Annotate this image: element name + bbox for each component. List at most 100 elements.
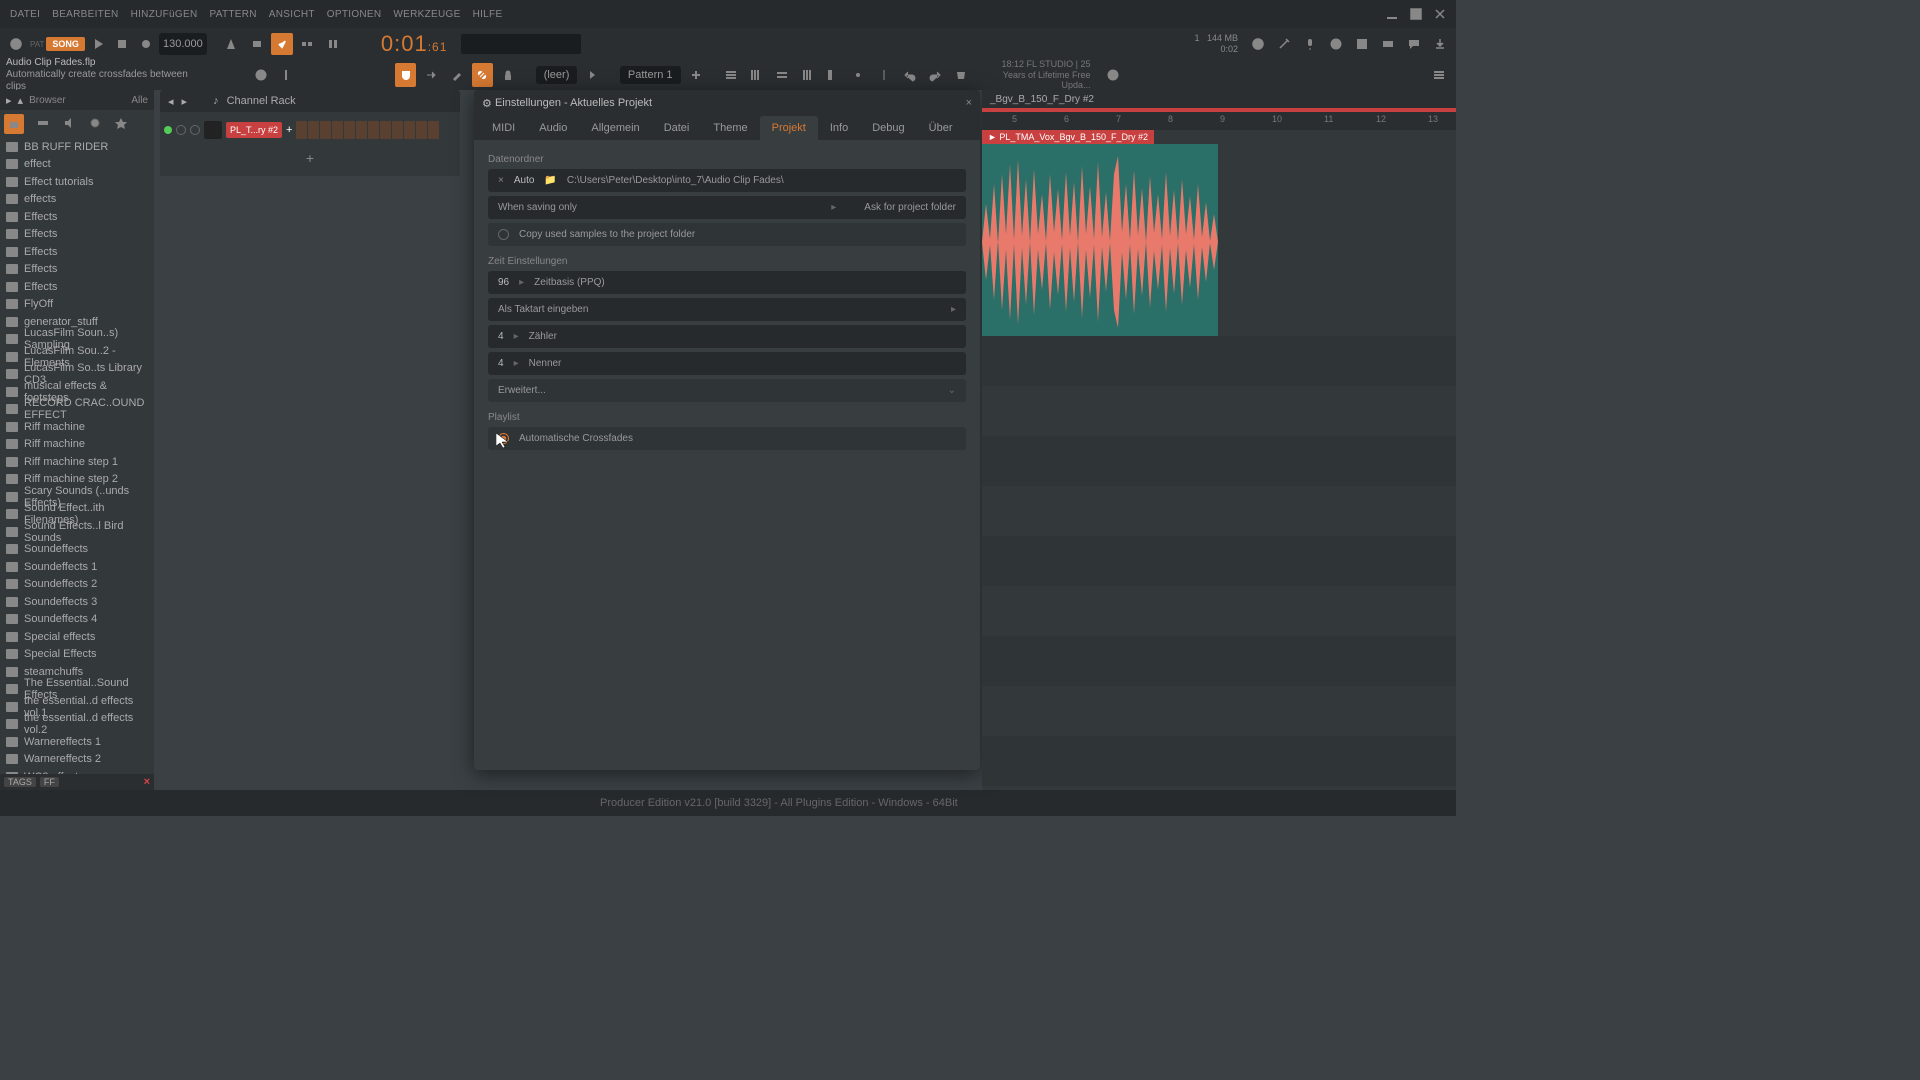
browser-item[interactable]: Effects: [0, 208, 154, 226]
step-button[interactable]: [308, 121, 319, 139]
radio-icon[interactable]: [498, 229, 509, 240]
step-button[interactable]: [344, 121, 355, 139]
browser-item[interactable]: the essential..d effects vol.2: [0, 716, 154, 734]
browser-item[interactable]: Soundeffects 1: [0, 558, 154, 576]
step-button[interactable]: [332, 121, 343, 139]
add-channel-button[interactable]: +: [164, 144, 456, 172]
step-button[interactable]: [320, 121, 331, 139]
auto-crossfades-row[interactable]: Automatische Crossfades: [488, 427, 966, 450]
step-button[interactable]: [356, 121, 367, 139]
channel-name[interactable]: PL_T...ry #2: [226, 122, 282, 138]
arrow-right-icon[interactable]: [420, 63, 442, 87]
sync-icon[interactable]: [4, 32, 28, 56]
save-icon[interactable]: [1350, 32, 1374, 56]
playlist-ruler[interactable]: 5678910111213: [982, 112, 1456, 130]
help-icon[interactable]: ?: [1324, 32, 1348, 56]
browser-item[interactable]: Soundeffects 2: [0, 576, 154, 594]
playlist-grid[interactable]: [982, 336, 1456, 790]
browser-item[interactable]: Special Effects: [0, 646, 154, 664]
browser-item[interactable]: Effects: [0, 261, 154, 279]
folder-icon[interactable]: 📁: [544, 175, 556, 186]
snap-dropdown[interactable]: (leer): [536, 66, 578, 84]
history-icon[interactable]: [1246, 32, 1270, 56]
tempo-tap-icon[interactable]: [873, 63, 895, 87]
clear-path-icon[interactable]: ×: [498, 175, 504, 186]
chevron-right-icon[interactable]: [581, 63, 603, 87]
time-display[interactable]: 0:01:61: [369, 31, 460, 58]
step-button[interactable]: [416, 121, 427, 139]
mic-icon[interactable]: [1298, 32, 1322, 56]
channel-mute-icon[interactable]: [176, 125, 186, 135]
slider-icon[interactable]: [276, 63, 298, 87]
browser-item[interactable]: Soundeffects 3: [0, 593, 154, 611]
record-button[interactable]: [135, 33, 157, 55]
knob-icon[interactable]: [250, 63, 272, 87]
menu-pattern[interactable]: PATTERN: [203, 9, 262, 20]
menu-datei[interactable]: DATEI: [4, 9, 46, 20]
tab-datei[interactable]: Datei: [652, 116, 702, 140]
browser-toggle-icon[interactable]: [822, 63, 844, 87]
link-icon[interactable]: [472, 63, 494, 87]
tab-midi[interactable]: MIDI: [480, 116, 527, 140]
browser-item[interactable]: effects: [0, 191, 154, 209]
menu-ansicht[interactable]: ANSICHT: [263, 9, 321, 20]
browser-star-icon[interactable]: [114, 116, 128, 133]
step-button[interactable]: [428, 121, 439, 139]
step-button[interactable]: [296, 121, 307, 139]
tab-projekt[interactable]: Projekt: [760, 116, 818, 140]
browser-home-icon[interactable]: [4, 114, 24, 134]
channel-row[interactable]: PL_T...ry #2 +: [164, 116, 456, 144]
channel-slot[interactable]: [204, 121, 222, 139]
download-icon[interactable]: [1428, 32, 1452, 56]
playlist-icon[interactable]: [720, 63, 742, 87]
loop-icon[interactable]: [295, 32, 319, 56]
browser-item[interactable]: Effect tutorials: [0, 173, 154, 191]
step-button[interactable]: [404, 121, 415, 139]
pattern-selector[interactable]: Pattern 1: [620, 66, 681, 84]
waveform[interactable]: [982, 144, 1218, 340]
cr-wave-icon[interactable]: ♪: [213, 95, 219, 107]
tag-item[interactable]: FF: [40, 777, 59, 787]
step-button[interactable]: [380, 121, 391, 139]
browser-item[interactable]: Soundeffects 4: [0, 611, 154, 629]
audio-clip[interactable]: ► PL_TMA_Vox_Bgv_B_150_F_Dry #2: [982, 130, 1456, 340]
browser-item[interactable]: Effects: [0, 226, 154, 244]
piano-roll-icon[interactable]: [745, 63, 767, 87]
step-icon[interactable]: [321, 32, 345, 56]
globe-icon[interactable]: [1103, 63, 1125, 87]
collapse-icon[interactable]: ▸: [6, 94, 12, 107]
browser-item[interactable]: FlyOff: [0, 296, 154, 314]
numerator-row[interactable]: 4 ▸ Zähler: [488, 325, 966, 348]
snap-icon[interactable]: [395, 63, 417, 87]
browser-sound-icon[interactable]: [62, 116, 76, 133]
maximize-icon[interactable]: [1404, 2, 1428, 26]
browser-item[interactable]: Riff machine step 1: [0, 453, 154, 471]
redo-icon[interactable]: [924, 63, 946, 87]
numerator-value[interactable]: 4: [498, 331, 504, 342]
advanced-row[interactable]: Erweitert... ⌄: [488, 379, 966, 402]
lock-icon[interactable]: [497, 63, 519, 87]
wait-input-icon[interactable]: [245, 32, 269, 56]
browser-list[interactable]: BB RUFF RIDEReffectEffect tutorialseffec…: [0, 138, 154, 774]
menu-hilfe[interactable]: HILFE: [467, 9, 509, 20]
minimize-icon[interactable]: [1380, 2, 1404, 26]
channel-led-icon[interactable]: [164, 126, 172, 134]
tools-icon[interactable]: [1272, 32, 1296, 56]
browser-back-icon[interactable]: [36, 116, 50, 133]
countdown-icon[interactable]: [271, 33, 293, 55]
when-saving-row[interactable]: When saving only ▸ Ask for project folde…: [488, 196, 966, 219]
menu-optionen[interactable]: OPTIONEN: [321, 9, 388, 20]
browser-item[interactable]: effect: [0, 156, 154, 174]
tab-theme[interactable]: Theme: [701, 116, 759, 140]
tab-allgemein[interactable]: Allgemein: [579, 116, 651, 140]
close-icon[interactable]: ×: [966, 97, 972, 109]
step-button[interactable]: [392, 121, 403, 139]
channel-rack-icon[interactable]: [771, 63, 793, 87]
tab-audio[interactable]: Audio: [527, 116, 579, 140]
step-button[interactable]: [368, 121, 379, 139]
browser-item[interactable]: BB RUFF RIDER: [0, 138, 154, 156]
plugin-icon[interactable]: [848, 63, 870, 87]
undo-icon[interactable]: [899, 63, 921, 87]
chat-icon[interactable]: [1402, 32, 1426, 56]
close-icon[interactable]: [1428, 2, 1452, 26]
